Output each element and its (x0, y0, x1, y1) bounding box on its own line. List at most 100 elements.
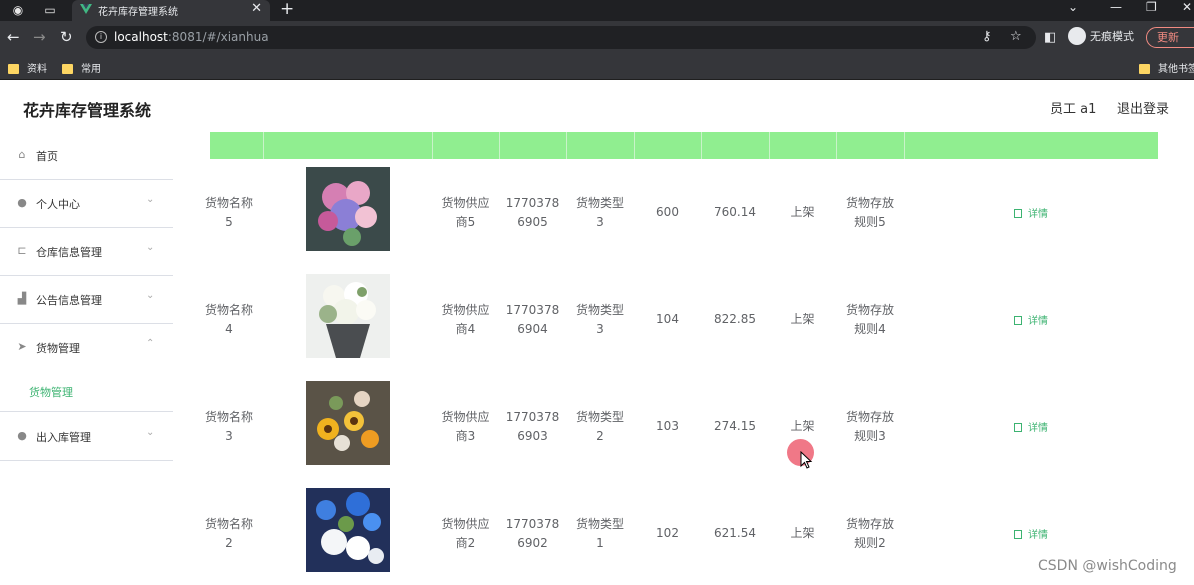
back-icon[interactable]: ← (7, 29, 20, 45)
tab-close-icon[interactable]: ✕ (251, 1, 262, 16)
cell-status: 上架 (790, 526, 815, 540)
cell-type: 货物类型 3 (575, 195, 624, 229)
incognito-indicator[interactable]: 无痕模式 (1068, 27, 1134, 47)
cell-status: 上架 (790, 205, 815, 219)
cell-storage-rule: 货物存放 规则5 (845, 195, 894, 229)
user-icon: ● (17, 429, 27, 442)
url-host: localhost (114, 30, 168, 44)
star-icon[interactable]: ☆ (1010, 29, 1022, 44)
detail-button[interactable]: 详情 (1014, 526, 1048, 541)
update-button[interactable]: 更新 (1146, 27, 1194, 48)
cell-supplier: 货物供应 商2 (441, 516, 490, 550)
restore-icon[interactable]: ❐ (1146, 0, 1157, 14)
product-image (306, 488, 390, 572)
cell-supplier: 货物供应 商5 (441, 195, 490, 229)
cell-storage-rule: 货物存放 规则3 (845, 409, 894, 443)
chevron-down-icon: ⌄ (146, 290, 155, 301)
document-icon (1014, 423, 1022, 432)
url-input[interactable]: i localhost:8081/#/xianhua ⚷ ☆ (86, 26, 1036, 49)
table-row: 货物名称 3 货物供应 商3 1770378 6903 货物类型 2 103 274.1… (205, 373, 1158, 480)
table-header (210, 132, 1158, 159)
vue-logo-icon (80, 4, 92, 14)
browser-tab[interactable]: 花卉库存管理系统 ✕ (72, 0, 270, 21)
header-divider (432, 132, 433, 159)
sidebar-item-home[interactable]: ⌂ 首页 (0, 132, 173, 180)
detail-button[interactable]: 详情 (1014, 419, 1048, 434)
tab-title: 花卉库存管理系统 (98, 7, 178, 18)
cell-quantity: 103 (656, 419, 679, 433)
header-divider (499, 132, 500, 159)
cell-price: 621.54 (714, 526, 756, 540)
minimize-icon[interactable]: — (1110, 0, 1122, 14)
table-row: 货物名称 2 货物供应 商2 1770378 6902 货物类型 1 102 621.5… (205, 480, 1158, 585)
tab-thumbnail-icon[interactable]: ▭ (42, 2, 58, 18)
cell-price: 760.14 (714, 205, 756, 219)
watermark: CSDN @wishCoding (1038, 558, 1177, 574)
chevron-down-icon: ⌄ (146, 194, 155, 205)
cell-type: 货物类型 3 (575, 302, 624, 336)
crop-icon: ⊏ (17, 244, 27, 257)
header-divider (769, 132, 770, 159)
chevron-up-icon: ⌃ (146, 338, 155, 349)
cell-name: 货物名称 3 (204, 409, 253, 443)
app-header: 花卉库存管理系统 员工 a1 退出登录 (0, 80, 1194, 132)
product-image (306, 274, 390, 358)
cell-price: 822.85 (714, 312, 756, 326)
cell-supplier: 货物供应 商4 (441, 302, 490, 336)
sidebar-item-warehouse[interactable]: ⊏ 仓库信息管理 ⌄ (0, 228, 173, 276)
cell-storage-rule: 货物存放 规则2 (845, 516, 894, 550)
cell-status: 上架 (790, 312, 815, 326)
cell-phone: 1770378 6902 (505, 516, 560, 550)
document-icon (1014, 209, 1022, 218)
sidepanel-icon[interactable]: ◧ (1044, 30, 1056, 46)
sidebar-item-profile[interactable]: ● 个人中心 ⌄ (0, 180, 173, 228)
cell-phone: 1770378 6903 (505, 409, 560, 443)
chevron-down-icon: ⌄ (146, 242, 155, 253)
forward-icon[interactable]: → (33, 29, 46, 45)
address-bar: ← → ↻ i localhost:8081/#/xianhua ⚷ ☆ ◧ 无… (0, 21, 1194, 54)
send-icon: ➤ (17, 340, 27, 353)
url-path: :8081/#/xianhua (167, 30, 269, 44)
cell-price: 274.15 (714, 419, 756, 433)
chevron-down-icon: ⌄ (146, 427, 155, 438)
current-user: 员工 a1 (1050, 102, 1097, 117)
cell-quantity: 102 (656, 526, 679, 540)
key-icon[interactable]: ⚷ (982, 29, 992, 44)
new-tab-icon[interactable]: + (280, 0, 294, 19)
other-bookmarks[interactable]: 其他书签 (1139, 60, 1194, 75)
bookmark-folder[interactable]: 资料 (8, 60, 47, 75)
bookmarks-bar: 资料 常用 其他书签 (0, 54, 1194, 80)
header-divider (263, 132, 264, 159)
info-icon[interactable]: i (95, 31, 107, 43)
sidebar-item-goods[interactable]: ➤ 货物管理 ⌃ (0, 324, 173, 372)
sidebar-subitem-goods[interactable]: 货物管理 (0, 370, 173, 412)
header-divider (701, 132, 702, 159)
document-icon (1014, 530, 1022, 539)
cell-quantity: 104 (656, 312, 679, 326)
cell-name: 货物名称 4 (204, 302, 253, 336)
folder-icon (1139, 64, 1150, 74)
detail-button[interactable]: 详情 (1014, 312, 1048, 327)
sidebar-item-inout[interactable]: ● 出入库管理 ⌄ (0, 413, 173, 461)
cell-storage-rule: 货物存放 规则4 (845, 302, 894, 336)
chart-icon: ▟ (17, 292, 27, 305)
cell-phone: 1770378 6904 (505, 302, 560, 336)
bookmark-folder[interactable]: 常用 (62, 60, 101, 75)
cell-name: 货物名称 5 (204, 195, 253, 229)
cell-type: 货物类型 1 (575, 516, 624, 550)
logout-button[interactable]: 退出登录 (1117, 98, 1169, 117)
sidebar: ⌂ 首页 ● 个人中心 ⌄ ⊏ 仓库信息管理 ⌄ ▟ 公告信息管理 ⌄ ➤ 货物… (0, 132, 173, 585)
browser-tab-strip: ◉ ▭ 花卉库存管理系统 ✕ + ⌄ — ❐ ✕ (0, 0, 1194, 21)
cell-type: 货物类型 2 (575, 409, 624, 443)
mouse-cursor-icon (800, 451, 813, 469)
tab-search-icon[interactable]: ⌄ (1068, 0, 1078, 14)
cell-phone: 1770378 6905 (505, 195, 560, 229)
close-window-icon[interactable]: ✕ (1182, 0, 1192, 14)
detail-button[interactable]: 详情 (1014, 205, 1048, 220)
reload-icon[interactable]: ↻ (60, 29, 73, 45)
sidebar-item-notice[interactable]: ▟ 公告信息管理 ⌄ (0, 276, 173, 324)
table-row: 货物名称 4 货物供应 商4 1770378 6904 货物类型 3 104 822.8… (205, 266, 1158, 373)
globe-icon[interactable]: ◉ (10, 2, 26, 18)
header-divider (836, 132, 837, 159)
document-icon (1014, 316, 1022, 325)
